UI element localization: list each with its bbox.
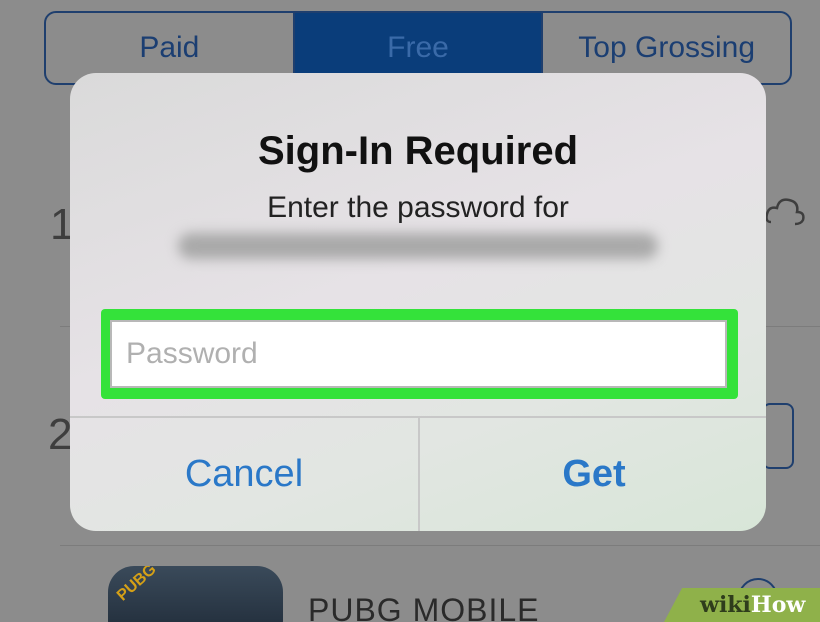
- password-input[interactable]: [110, 320, 727, 388]
- wikihow-watermark: wikiHow: [700, 592, 806, 618]
- cancel-button[interactable]: Cancel: [70, 418, 418, 531]
- app-name-label: PUBG MOBILE: [308, 592, 540, 622]
- sign-in-dialog: Sign-In Required Enter the password for …: [70, 73, 766, 531]
- pubg-app-icon[interactable]: PUBG: [108, 566, 283, 622]
- dialog-title: Sign-In Required: [258, 129, 578, 173]
- blurred-account-email: [178, 233, 658, 259]
- screen: Paid Free Top Grossing 1 2 PUBG PUBG MOB…: [0, 0, 820, 622]
- row-divider: [60, 545, 820, 546]
- get-button[interactable]: Get: [420, 418, 766, 531]
- pubg-icon-badge: PUBG: [113, 566, 160, 605]
- rank-number-2: 2: [48, 410, 73, 459]
- dialog-message: Enter the password for: [267, 191, 569, 224]
- get-app-button-background[interactable]: [762, 403, 794, 469]
- cloud-download-icon[interactable]: [765, 188, 805, 248]
